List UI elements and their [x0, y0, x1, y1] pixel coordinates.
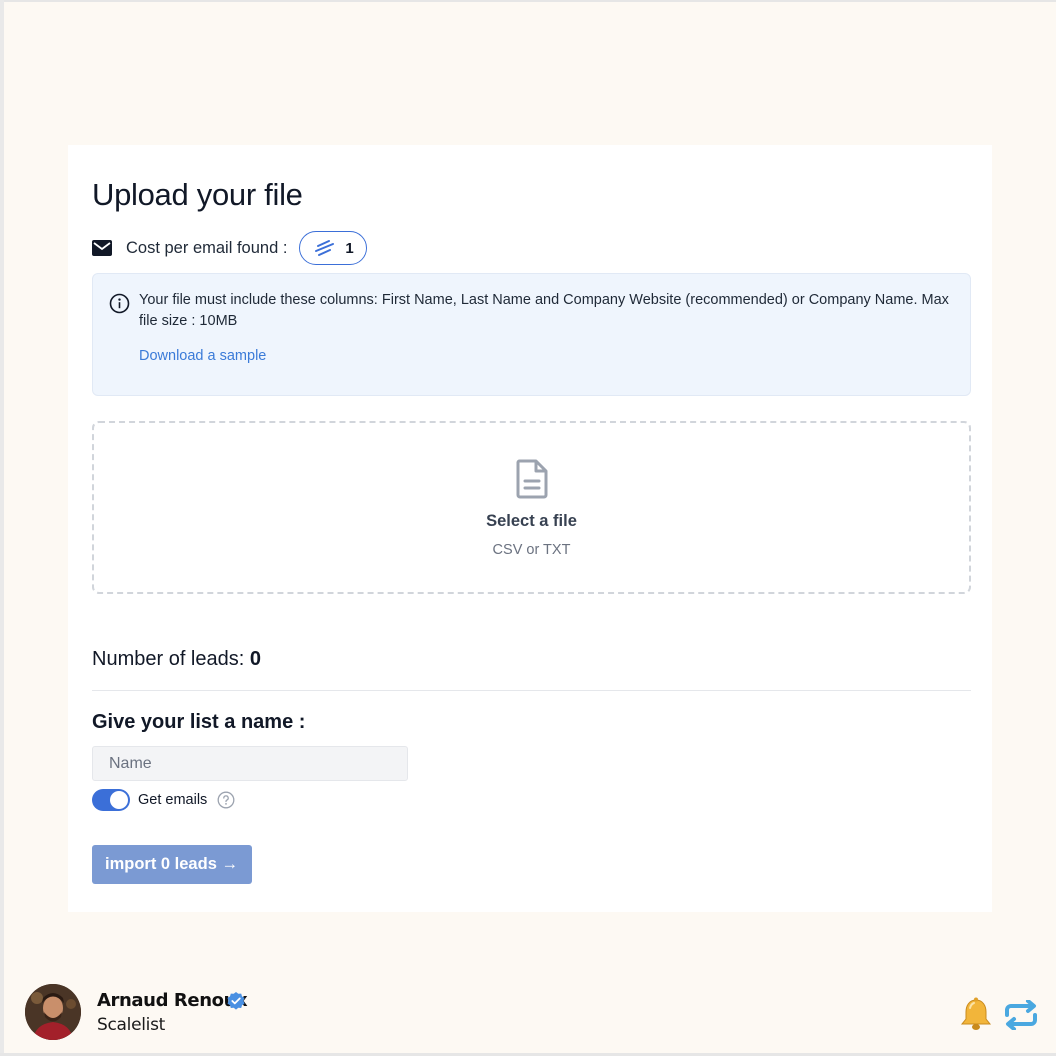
- cost-badge: 1: [299, 231, 368, 265]
- repost-icon[interactable]: [1001, 1000, 1041, 1030]
- info-alert: Your file must include these columns: Fi…: [92, 273, 971, 396]
- cost-row: Cost per email found : 1: [92, 231, 368, 265]
- frame-left-border: [0, 0, 4, 1056]
- divider: [92, 690, 971, 691]
- get-emails-row: Get emails: [92, 789, 235, 811]
- toggle-knob: [110, 791, 128, 809]
- author-name: Arnaud Renoux: [97, 990, 248, 1011]
- info-text: Your file must include these columns: Fi…: [139, 292, 949, 329]
- upload-card: Upload your file Cost per email found : …: [68, 145, 992, 912]
- import-leads-button[interactable]: import 0 leads →: [92, 845, 252, 884]
- list-name-input[interactable]: [92, 746, 408, 781]
- file-dropzone[interactable]: Select a file CSV or TXT: [92, 421, 971, 594]
- dropzone-subtitle: CSV or TXT: [492, 542, 571, 558]
- get-emails-toggle[interactable]: [92, 789, 130, 811]
- cost-value: 1: [345, 239, 354, 257]
- frame-top-border: [0, 0, 1056, 2]
- verified-badge-icon: [227, 992, 245, 1010]
- dropzone-title: Select a file: [486, 512, 577, 530]
- list-name-heading: Give your list a name :: [92, 711, 306, 733]
- file-icon: [516, 459, 548, 499]
- get-emails-label: Get emails: [138, 792, 208, 808]
- author-company: Scalelist: [97, 1015, 166, 1035]
- leads-count: Number of leads: 0: [92, 648, 261, 671]
- info-icon: [109, 293, 130, 314]
- avatar: [25, 984, 81, 1040]
- page-title: Upload your file: [92, 177, 303, 212]
- leads-count-label: Number of leads:: [92, 648, 245, 670]
- cost-label: Cost per email found :: [126, 238, 288, 257]
- bell-icon[interactable]: [958, 996, 994, 1032]
- credit-bolt-icon: [315, 240, 335, 256]
- download-sample-link[interactable]: Download a sample: [139, 348, 266, 364]
- mail-icon: [92, 240, 112, 256]
- help-icon[interactable]: [217, 791, 235, 809]
- leads-count-value: 0: [249, 648, 261, 670]
